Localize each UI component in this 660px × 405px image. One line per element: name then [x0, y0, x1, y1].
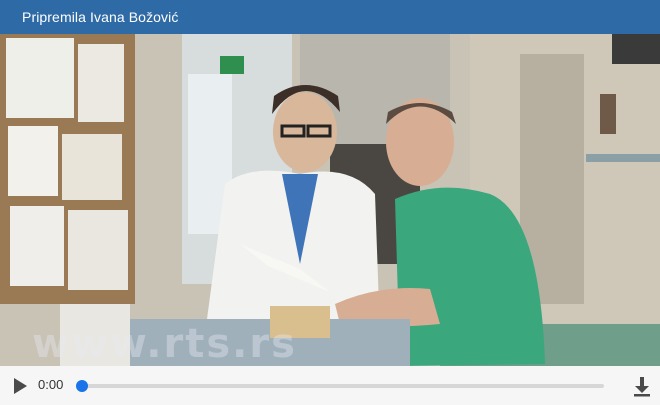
player-controls: 0:00 [0, 366, 660, 405]
video-still-image [0, 34, 660, 366]
video-watermark: www.rts.rs [32, 321, 297, 366]
progress-bar[interactable] [76, 380, 604, 392]
play-icon[interactable] [12, 377, 28, 395]
progress-thumb[interactable] [76, 380, 88, 392]
current-time: 0:00 [38, 377, 64, 392]
video-title: Pripremila Ivana Božović [22, 9, 179, 25]
video-frame[interactable]: www.rts.rs [0, 34, 660, 366]
download-icon[interactable] [632, 375, 652, 397]
title-bar: Pripremila Ivana Božović [0, 0, 660, 34]
